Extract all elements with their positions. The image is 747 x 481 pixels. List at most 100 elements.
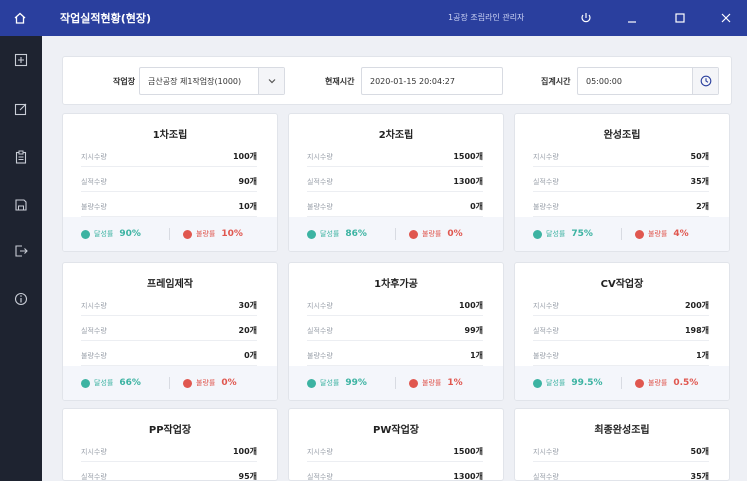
defect-qty-value: 0개	[244, 351, 257, 360]
card-title: 2차조립	[378, 130, 414, 141]
defect-rate-stat: 불량률 0.5%	[635, 378, 698, 388]
defect-rate-label: 불량률	[422, 230, 442, 238]
info-icon[interactable]	[11, 289, 31, 309]
defect-qty-value: 10개	[238, 202, 258, 211]
defect-dot-icon	[183, 229, 192, 239]
clock-icon[interactable]	[692, 68, 718, 94]
sidebar	[0, 36, 42, 481]
achieve-label: 달성률	[546, 230, 566, 238]
actual-qty-row: 실적수량 198개	[533, 321, 709, 341]
actual-qty-value: 20개	[238, 326, 258, 335]
actual-qty-value: 95개	[238, 472, 258, 481]
workplace-card[interactable]: 1차조립 지시수량 100개 실적수량 90개 불량수량 10개 달성률 90% 불량률 10%	[62, 113, 278, 252]
actual-qty-row: 실적수량 95개	[81, 467, 258, 481]
achieve-value: 66%	[119, 378, 141, 388]
card-title: PW작업장	[373, 425, 419, 436]
defect-rate-stat: 불량률 0%	[183, 378, 237, 388]
defect-rate-label: 불량률	[196, 379, 216, 387]
achieve-stat: 달성률 66%	[81, 378, 141, 388]
card-title: 1차후가공	[374, 279, 418, 290]
workplace-card[interactable]: 2차조립 지시수량 1500개 실적수량 1300개 불량수량 0개 달성률 86% 불량률 0%	[288, 113, 504, 252]
achieve-dot-icon	[307, 378, 316, 388]
instruct-qty-value: 1500개	[453, 152, 483, 161]
workplace-card[interactable]: 프레임제작 지시수량 30개 실적수량 20개 불량수량 0개 달성률 66% 불량률 0%	[62, 262, 278, 401]
achieve-label: 달성률	[320, 230, 340, 238]
instruct-qty-value: 1500개	[453, 447, 483, 456]
close-icon[interactable]	[716, 8, 736, 28]
defect-qty-row: 불량수량 2개	[533, 197, 709, 217]
defect-qty-label: 불량수량	[533, 203, 559, 211]
achieve-label: 달성률	[94, 379, 114, 387]
workplace-card[interactable]: PP작업장지시수량 100개실적수량 95개	[62, 408, 278, 481]
achieve-label: 달성률	[546, 379, 566, 387]
actual-qty-row: 실적수량 1300개	[307, 172, 483, 192]
stat-divider	[621, 377, 622, 389]
power-icon[interactable]	[576, 8, 596, 28]
chevron-down-icon[interactable]	[258, 68, 284, 94]
stat-divider	[395, 377, 396, 389]
workplace-select[interactable]: 금산공장 제1작업장(1000)	[139, 67, 285, 95]
workplace-card[interactable]: CV작업장 지시수량 200개 실적수량 198개 불량수량 1개 달성률 99.5% 불량률 0.…	[514, 262, 730, 401]
actual-qty-value: 99개	[464, 326, 484, 335]
workplace-card[interactable]: 1차후가공 지시수량 100개 실적수량 99개 불량수량 1개 달성률 99% 불량률 1%	[288, 262, 504, 401]
workplace-label: 작업장	[113, 77, 136, 86]
defect-qty-value: 2개	[696, 202, 709, 211]
defect-dot-icon	[409, 378, 418, 388]
actual-qty-value: 35개	[690, 472, 710, 481]
defect-rate-value: 4%	[673, 229, 689, 239]
instruct-qty-value: 100개	[232, 447, 257, 456]
defect-rate-stat: 불량률 1%	[409, 378, 463, 388]
achieve-value: 99%	[345, 378, 367, 388]
instruct-qty-label: 지시수량	[533, 448, 559, 456]
defect-qty-label: 불량수량	[81, 352, 107, 360]
card-footer: 달성률 66% 불량률 0%	[63, 366, 277, 400]
achieve-value: 90%	[119, 229, 141, 239]
instruct-qty-value: 100개	[458, 301, 483, 310]
instruct-qty-label: 지시수량	[533, 153, 559, 161]
maximize-icon[interactable]	[670, 8, 690, 28]
user-info: 1공장 조립라인 관리자	[448, 13, 525, 22]
actual-qty-label: 실적수량	[533, 178, 559, 186]
add-icon[interactable]	[11, 50, 31, 70]
workplace-card[interactable]: 최종완성조립지시수량 50개실적수량 35개	[514, 408, 730, 481]
logout-icon[interactable]	[11, 241, 31, 261]
achieve-stat: 달성률 99%	[307, 378, 367, 388]
instruct-qty-row: 지시수량 50개	[533, 442, 709, 462]
actual-qty-label: 실적수량	[307, 473, 333, 481]
save-icon[interactable]	[11, 195, 31, 215]
workplace-card[interactable]: PW작업장 지시수량 1500개 실적수량 1300개	[288, 408, 504, 481]
actual-qty-label: 실적수량	[533, 473, 559, 481]
count-time-field[interactable]: 05:00:00	[577, 67, 719, 95]
defect-qty-label: 불량수량	[81, 203, 107, 211]
workplace-value: 금산공장 제1작업장(1000)	[148, 76, 242, 86]
instruct-qty-row: 지시수량 200개	[533, 296, 709, 316]
instruct-qty-value: 30개	[238, 301, 258, 310]
workplace-card[interactable]: 완성조립 지시수량 50개 실적수량 35개 불량수량 2개 달성률 75% 불량률 4%	[514, 113, 730, 252]
achieve-dot-icon	[81, 229, 90, 239]
achieve-label: 달성률	[94, 230, 114, 238]
defect-rate-value: 0%	[447, 229, 463, 239]
card-title: 완성조립	[603, 130, 641, 141]
clipboard-icon[interactable]	[11, 147, 31, 167]
stat-divider	[621, 228, 622, 240]
card-title: PP작업장	[148, 425, 192, 436]
card-title: 최종완성조립	[594, 425, 650, 436]
card-footer: 달성률 99.5% 불량률 0.5%	[515, 366, 729, 400]
card-footer: 달성률 86% 불량률 0%	[289, 217, 503, 251]
card-title: CV작업장	[600, 279, 644, 290]
title-bar: 작업실적현황(현장) 1공장 조립라인 관리자	[0, 0, 747, 36]
instruct-qty-value: 200개	[684, 301, 709, 310]
actual-qty-value: 1300개	[453, 177, 483, 186]
card-footer: 달성률 90% 불량률 10%	[63, 217, 277, 251]
achieve-value: 99.5%	[571, 378, 603, 388]
home-icon[interactable]	[0, 0, 40, 36]
defect-rate-stat: 불량률 4%	[635, 229, 689, 239]
window-title: 작업실적현황(현장)	[60, 12, 152, 25]
instruct-qty-row: 지시수량 100개	[81, 442, 257, 462]
defect-dot-icon	[635, 229, 644, 239]
minimize-icon[interactable]	[622, 8, 642, 28]
defect-qty-row: 불량수량 0개	[81, 346, 257, 366]
actual-qty-label: 실적수량	[307, 327, 333, 335]
edit-icon[interactable]	[11, 99, 31, 119]
count-time-value: 05:00:00	[586, 76, 622, 86]
